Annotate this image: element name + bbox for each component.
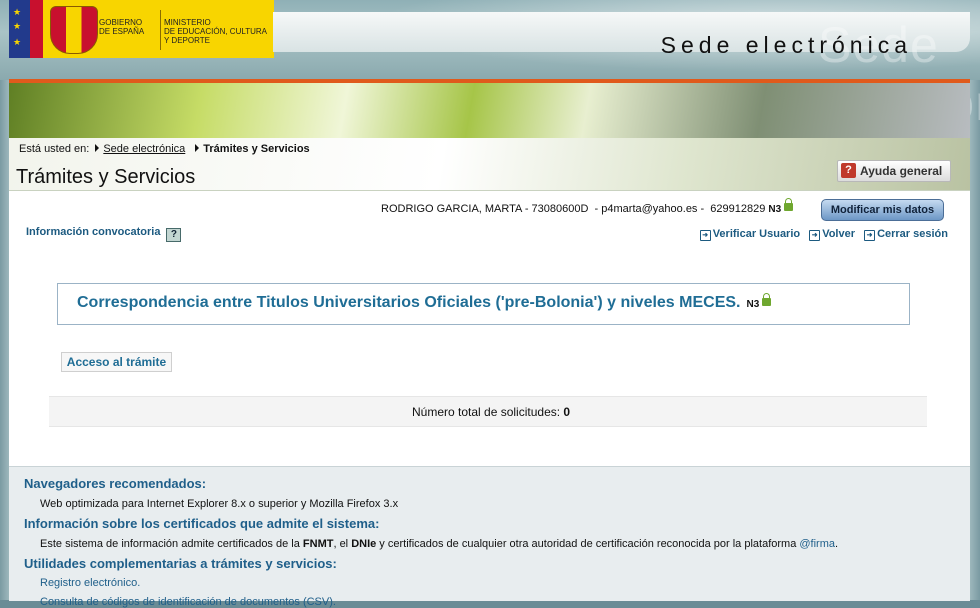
session-actions: ➜ Verificar Usuario ➜ Volver ➜ Cerrar sesió… [694, 228, 948, 241]
arrow-right-icon: ➜ [809, 230, 821, 241]
coat-of-arms-icon [50, 6, 98, 54]
site-title: Sede electrónica [660, 32, 912, 58]
breadcrumb: Está usted en: Sede electrónica Trámites y… [19, 143, 310, 155]
registro-link[interactable]: Registro electrónico. [40, 577, 140, 589]
modify-data-button[interactable]: Modificar mis datos [821, 199, 944, 221]
lock-icon [784, 198, 794, 211]
total-requests-row: Número total de solicitudes: 0 [49, 396, 927, 427]
certs-dnie: DNIe [351, 538, 377, 550]
logo-divider [160, 10, 161, 50]
total-requests: Número total de solicitudes: 0 [412, 405, 570, 419]
certs-text: Este sistema de información admite certi… [40, 538, 838, 550]
info-convocatoria-link[interactable]: Información convocatoria? [26, 226, 182, 242]
site-title-tab: Sede electrónica Sede electrónica [273, 12, 980, 131]
gov-line-2: de España [99, 27, 145, 36]
breadcrumb-prefix: Está usted en: [19, 143, 90, 155]
logout-label: Cerrar sesión [877, 228, 948, 240]
question-icon[interactable]: ? [166, 228, 182, 242]
ministry-line-3: y Deporte [164, 36, 210, 45]
certs-text-part: . [835, 538, 839, 550]
verify-user-link[interactable]: ➜ Verificar Usuario [699, 228, 801, 241]
left-frame-edge [0, 80, 9, 600]
browsers-heading: Navegadores recomendados: [24, 476, 207, 491]
procedure-level: N3 [746, 299, 760, 310]
gov-line-1: Gobierno [99, 18, 143, 27]
user-details: RODRIGO GARCIA, MARTA - 73080600D - p4ma… [381, 203, 766, 215]
arrow-right-icon: ➜ [699, 230, 711, 241]
main-content: RODRIGO GARCIA, MARTA - 73080600D - p4ma… [9, 190, 970, 466]
certs-text-part: , el [333, 538, 352, 550]
help-icon: ? [841, 163, 856, 178]
breadcrumb-sede-link[interactable]: Sede electrónica [103, 143, 185, 155]
procedure-box: Correspondencia entre Titulos Universita… [57, 283, 910, 325]
breadcrumb-current: Trámites y Servicios [203, 143, 310, 155]
certs-fnmt: FNMT [302, 538, 334, 550]
utils-heading: Utilidades complementarias a trámites y … [24, 556, 337, 571]
back-link[interactable]: ➜ Volver [809, 228, 855, 241]
access-procedure-button[interactable]: Acceso al trámite [61, 352, 172, 372]
procedure-title-row: Correspondencia entre Titulos Universita… [77, 293, 772, 312]
spain-flag-stripe [30, 0, 43, 58]
back-label: Volver [822, 228, 855, 240]
government-logo[interactable]: ★ ★ ★ Gobierno de España Ministerio de Edu… [9, 0, 274, 58]
total-label: Número total de solicitudes: [412, 405, 561, 419]
footer: Navegadores recomendados: Web optimizada… [9, 466, 970, 608]
certs-text-part: Este sistema de información admite certi… [40, 538, 303, 550]
user-level: N3 [768, 204, 782, 215]
help-button[interactable]: ? Ayuda general [837, 160, 951, 182]
total-value: 0 [563, 405, 571, 419]
decorative-banner [9, 83, 970, 138]
certs-heading: Información sobre los certificados que a… [24, 516, 380, 531]
firma-link[interactable]: @firma [799, 538, 835, 550]
browsers-text: Web optimizada para Internet Explorer 8.… [40, 498, 399, 510]
page-title: Trámites y Servicios [16, 166, 196, 188]
certs-text-part: y certificados de cualquier otra autorid… [376, 538, 800, 550]
info-convocatoria-label: Información convocatoria [26, 226, 161, 238]
procedure-title: Correspondencia entre Titulos Universita… [77, 294, 741, 311]
lock-icon [762, 293, 772, 306]
breadcrumb-bar: Está usted en: Sede electrónica Trámites y… [9, 138, 970, 190]
chevron-right-icon [95, 144, 100, 152]
ministry-line-1: Ministerio [164, 18, 211, 27]
csv-link[interactable]: Consulta de códigos de identificación de… [40, 596, 336, 608]
user-info: RODRIGO GARCIA, MARTA - 73080600D - p4ma… [381, 198, 794, 215]
arrow-right-icon: ➜ [864, 230, 876, 241]
logout-link[interactable]: ➜ Cerrar sesión [864, 228, 948, 241]
verify-user-label: Verificar Usuario [712, 228, 801, 240]
right-frame-edge [970, 80, 980, 600]
ministry-line-2: de Educación, Cultura [164, 27, 267, 36]
help-button-label: Ayuda general [860, 164, 943, 178]
chevron-right-icon [195, 144, 200, 152]
